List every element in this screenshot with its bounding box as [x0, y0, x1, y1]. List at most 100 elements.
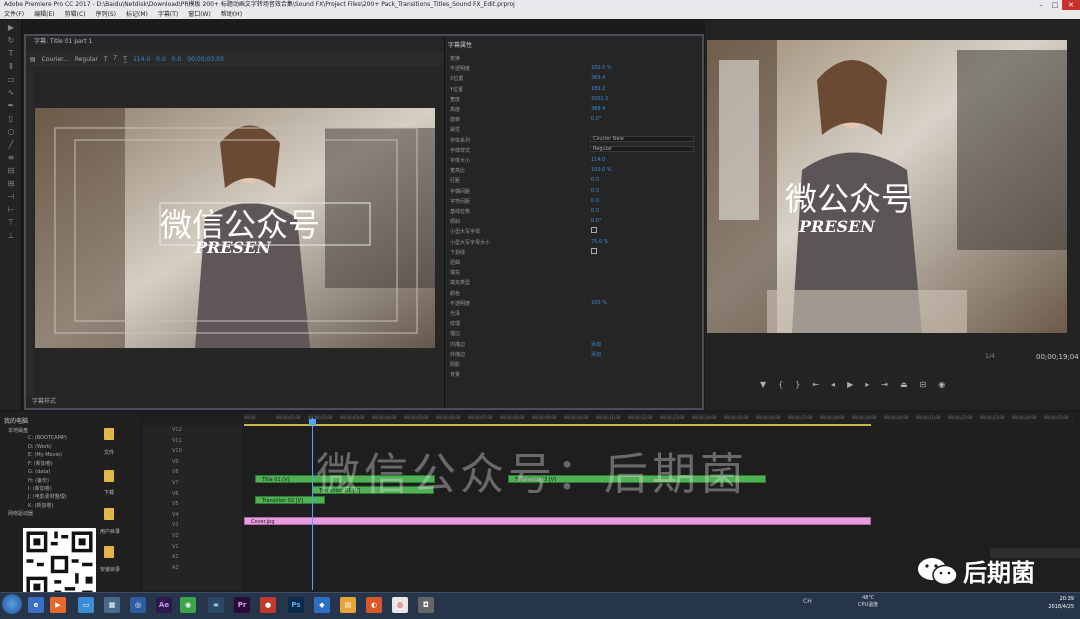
track-header[interactable]: V11	[172, 438, 182, 444]
align-left-icon[interactable]: ⊣	[5, 192, 17, 202]
mark-out-icon[interactable]: }	[795, 380, 800, 389]
track-header[interactable]: A2	[172, 565, 179, 571]
drive-item[interactable]: E: (My Movie)	[28, 452, 62, 458]
property-value[interactable]: 100.0 %	[591, 167, 612, 173]
ellipse-tool-icon[interactable]: ○	[5, 127, 17, 137]
property-value[interactable]: 0.0°	[591, 116, 601, 122]
center-icon[interactable]: ⊞	[5, 179, 17, 189]
property-value[interactable]: 75.0 %	[591, 239, 608, 245]
property-value[interactable]: 189.2	[591, 86, 605, 92]
drive-item[interactable]: K: (新加卷)	[28, 502, 53, 509]
italic-icon[interactable]: 𝑇	[114, 55, 118, 63]
titler-tab[interactable]: 字幕: Title 01 part 1	[26, 36, 444, 48]
go-to-in-icon[interactable]: ⇤	[812, 380, 819, 389]
vs-icon[interactable]: ◆	[314, 597, 330, 613]
track-header[interactable]: V5	[172, 501, 179, 507]
after-effects-icon[interactable]: Ae	[156, 597, 172, 613]
area-type-tool-icon[interactable]: ▭	[5, 75, 17, 85]
photoshop-icon[interactable]: Ps	[288, 597, 304, 613]
property-checkbox[interactable]	[591, 247, 597, 254]
align-right-icon[interactable]: ⊢	[5, 205, 17, 215]
camera-icon[interactable]: ◘	[418, 597, 434, 613]
network-icon[interactable]: ◎	[130, 597, 146, 613]
drive-item[interactable]: I: (新加卷)	[28, 485, 52, 492]
path-type-tool-icon[interactable]: ∿	[5, 88, 17, 98]
explorer-icon[interactable]: ▭	[78, 597, 94, 613]
kerning-value[interactable]: 0.0	[156, 56, 166, 63]
property-value[interactable]: 369.4	[591, 75, 605, 81]
track-header[interactable]: V9	[172, 459, 179, 465]
menu-file[interactable]: 文件(F)	[4, 10, 24, 19]
start-button[interactable]	[2, 594, 22, 614]
remote-app-icon[interactable]: ∞	[208, 597, 224, 613]
track-header[interactable]: V10	[172, 448, 182, 454]
selection-tool-icon[interactable]: ▶	[5, 23, 17, 33]
font-style-select[interactable]: Regular	[75, 56, 98, 63]
menu-window[interactable]: 窗口(W)	[188, 10, 211, 19]
system-clock[interactable]: 20:39 2018/4/25	[1048, 595, 1074, 611]
vertical-type-tool-icon[interactable]: Ⅱ	[5, 62, 17, 72]
track-header[interactable]: V1	[172, 544, 179, 550]
drive-item[interactable]: H: (备份)	[28, 477, 49, 484]
align-icon[interactable]: ≡	[5, 153, 17, 163]
menu-edit[interactable]: 编辑(E)	[34, 10, 54, 19]
menu-clip[interactable]: 剪辑(C)	[65, 10, 86, 19]
type-tool-icon[interactable]: T	[5, 49, 17, 59]
go-to-out-icon[interactable]: ⇥	[881, 380, 888, 389]
close-button[interactable]: ✕	[1062, 0, 1080, 10]
track-header[interactable]: A1	[172, 554, 179, 560]
playhead[interactable]	[309, 419, 316, 425]
bold-icon[interactable]: T	[104, 56, 108, 63]
minimize-button[interactable]: –	[1034, 0, 1048, 10]
property-value[interactable]: 0.0°	[591, 218, 601, 224]
font-family-select[interactable]: Courier...	[42, 56, 69, 63]
property-value[interactable]: 388.4	[591, 106, 605, 112]
track-header[interactable]: V3	[172, 522, 179, 528]
language-indicator[interactable]: CH	[803, 598, 812, 605]
property-value[interactable]: 0.0	[591, 208, 599, 214]
property-value[interactable]: 114.0	[591, 157, 605, 163]
align-top-icon[interactable]: ⊤	[5, 218, 17, 228]
rotate-tool-icon[interactable]: ↻	[5, 36, 17, 46]
playhead-line[interactable]	[312, 418, 313, 590]
chrome-icon[interactable]: ◍	[392, 597, 408, 613]
line-tool-icon[interactable]: ╱	[5, 140, 17, 150]
time-ruler[interactable]: 00;00 00;00;01;00 00;00;02;00 00;00;03;00 00…	[244, 413, 1074, 423]
menu-marker[interactable]: 标记(M)	[126, 10, 148, 19]
property-value[interactable]: 添加	[591, 351, 601, 358]
property-value[interactable]: 添加	[591, 341, 601, 348]
property-value[interactable]: 0.0	[591, 177, 599, 183]
drive-item[interactable]: C: (BOOTCAMP)	[28, 435, 67, 441]
chat-app-icon[interactable]: ◉	[180, 597, 196, 613]
menu-title[interactable]: 字幕(T)	[158, 10, 178, 19]
program-fit-select[interactable]: 1/4	[985, 353, 995, 360]
media-app-icon[interactable]: ◐	[366, 597, 382, 613]
titler-timecode[interactable]: 00;00;03;03	[187, 56, 224, 63]
export-frame-icon[interactable]: ◉	[938, 380, 945, 389]
play-icon[interactable]: ▶	[847, 380, 853, 389]
drive-item[interactable]: G: (data)	[28, 469, 50, 475]
premiere-icon[interactable]: Pr	[234, 597, 250, 613]
menu-help[interactable]: 帮助(H)	[221, 10, 242, 19]
rectangle-tool-icon[interactable]: ▯	[5, 114, 17, 124]
property-value[interactable]: 0.0	[591, 198, 599, 204]
drive-item[interactable]: 本地磁盘	[8, 427, 28, 434]
work-area-bar[interactable]	[244, 424, 871, 426]
menu-sequence[interactable]: 序列(S)	[96, 10, 117, 19]
maximize-button[interactable]: □	[1048, 0, 1062, 10]
lift-icon[interactable]: ⏏	[900, 380, 908, 389]
property-value[interactable]: 100.0 %	[591, 65, 612, 71]
font-size-value[interactable]: 114.0	[133, 56, 150, 63]
track-header[interactable]: V2	[172, 533, 179, 539]
drive-item[interactable]: J: (电影素材整理)	[28, 493, 67, 500]
step-back-icon[interactable]: ◂	[831, 380, 835, 389]
property-value[interactable]: 2002.0	[591, 96, 609, 102]
align-bottom-icon[interactable]: ⊥	[5, 231, 17, 241]
drive-item[interactable]: D: (Work)	[28, 444, 52, 450]
property-checkbox[interactable]	[591, 227, 597, 234]
titler-canvas[interactable]: 微信公众号 PRESEN	[35, 108, 435, 348]
title-styles-tab[interactable]: 字幕样式	[26, 396, 444, 408]
folder-icon[interactable]	[104, 470, 114, 482]
property-dropdown[interactable]: Courier New	[590, 135, 694, 142]
folder-app-icon[interactable]: ▤	[340, 597, 356, 613]
